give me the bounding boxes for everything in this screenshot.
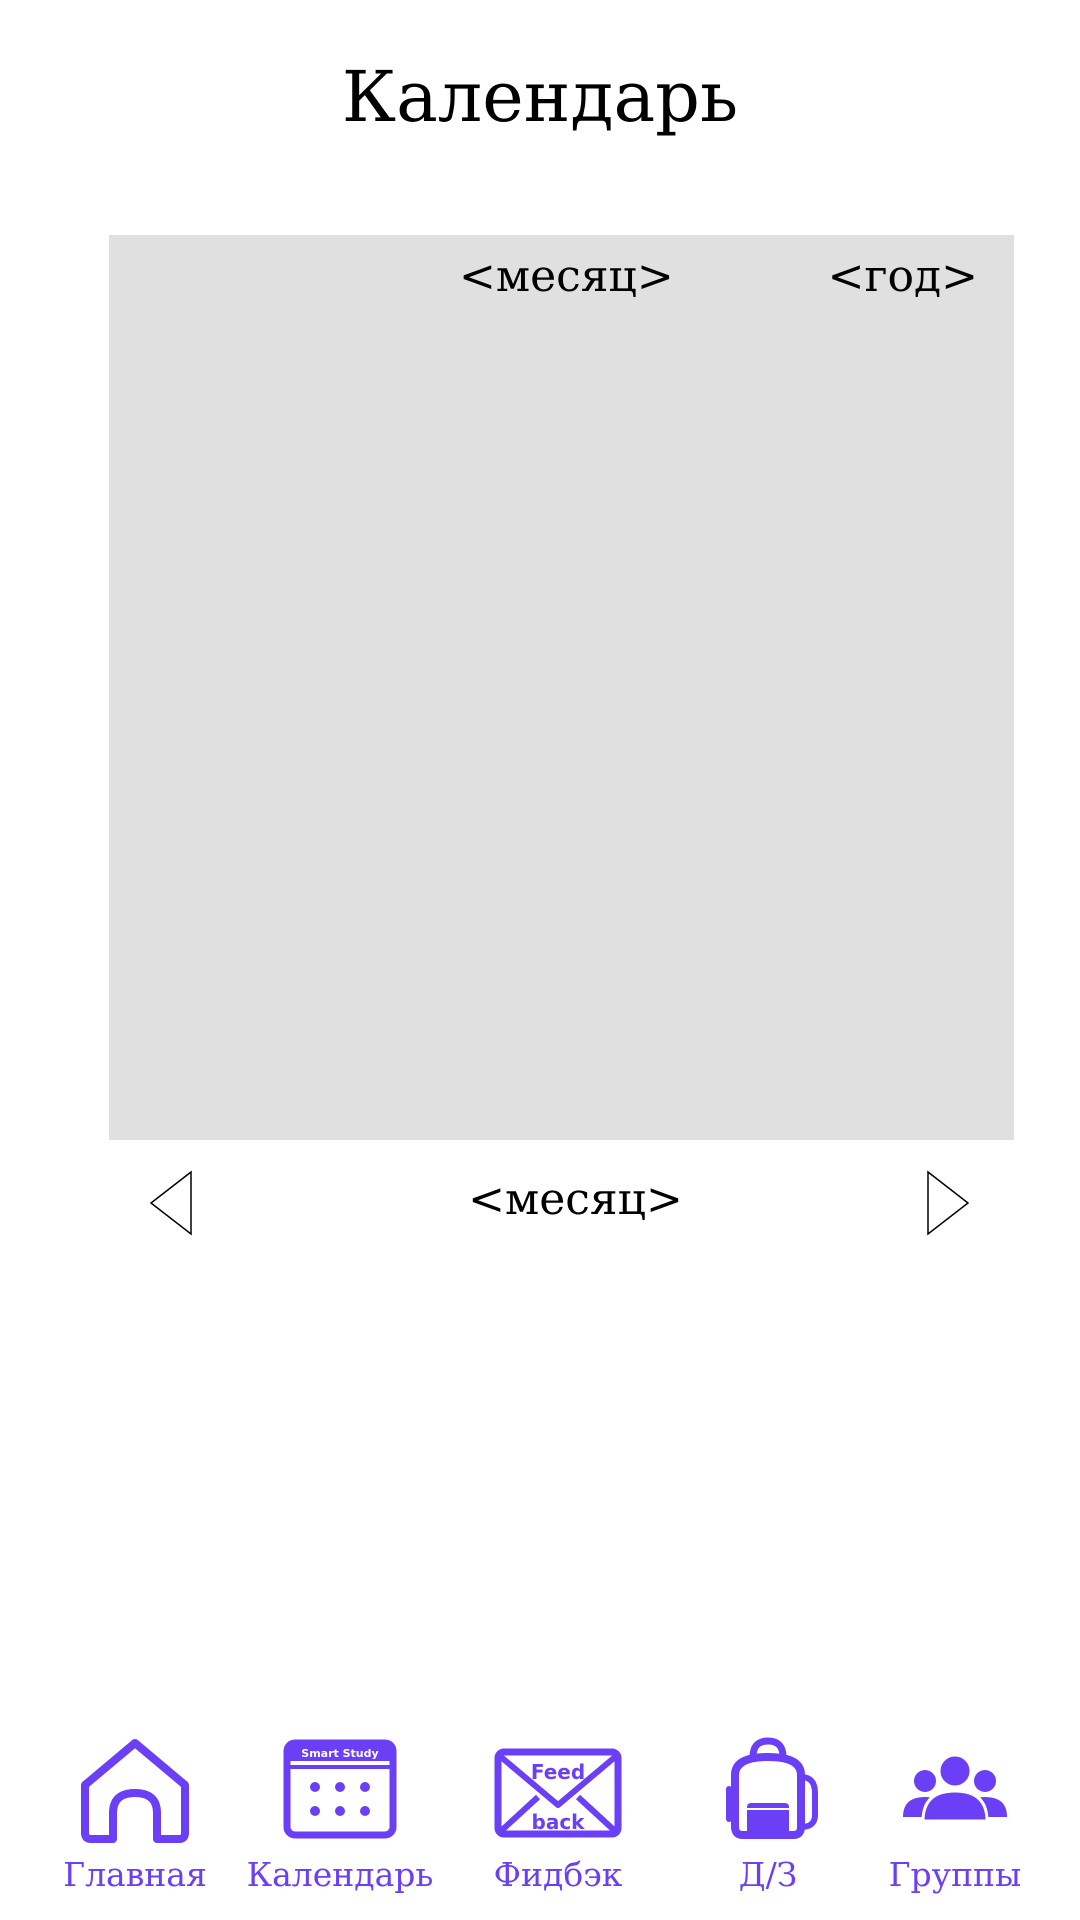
calendar-panel[interactable]: <месяц> <год> [109,235,1014,1140]
calendar-month-label[interactable]: <месяц> [459,247,674,307]
nav-item-label: Календарь [246,1855,434,1894]
triangle-right-icon[interactable] [926,1170,970,1236]
feedback-icon-text-top: Feed [531,1760,585,1784]
nav-item-calendar[interactable]: Smart Study Календарь [240,1735,440,1920]
nav-item-feedback[interactable]: Feed back Фидбэк [458,1735,658,1920]
nav-item-label: Фидбэк [493,1855,623,1894]
nav-item-home[interactable]: Главная [35,1735,235,1920]
calendar-icon-text: Smart Study [301,1747,378,1760]
feedback-envelope-icon: Feed back [494,1748,622,1838]
group-icon [903,1753,1007,1823]
feedback-icon-text-bottom: back [532,1810,586,1834]
calendar-icon: Smart Study [283,1739,397,1839]
backpack-icon [726,1737,818,1839]
nav-month-label: <месяц> [468,1174,683,1225]
calendar-year-label[interactable]: <год> [828,247,978,307]
month-navigation: <месяц> [109,1165,1014,1236]
nav-item-label: Д/З [738,1855,798,1894]
nav-item-label: Группы [888,1855,1022,1894]
home-icon [81,1739,189,1843]
nav-item-label: Главная [63,1855,207,1894]
page-title: Календарь [341,56,739,138]
nav-item-groups[interactable]: Группы [855,1735,1055,1920]
nav-item-homework[interactable]: Д/З [668,1735,868,1920]
bottom-navigation: Главная Smart Study Календарь Feed back … [0,1735,1080,1920]
